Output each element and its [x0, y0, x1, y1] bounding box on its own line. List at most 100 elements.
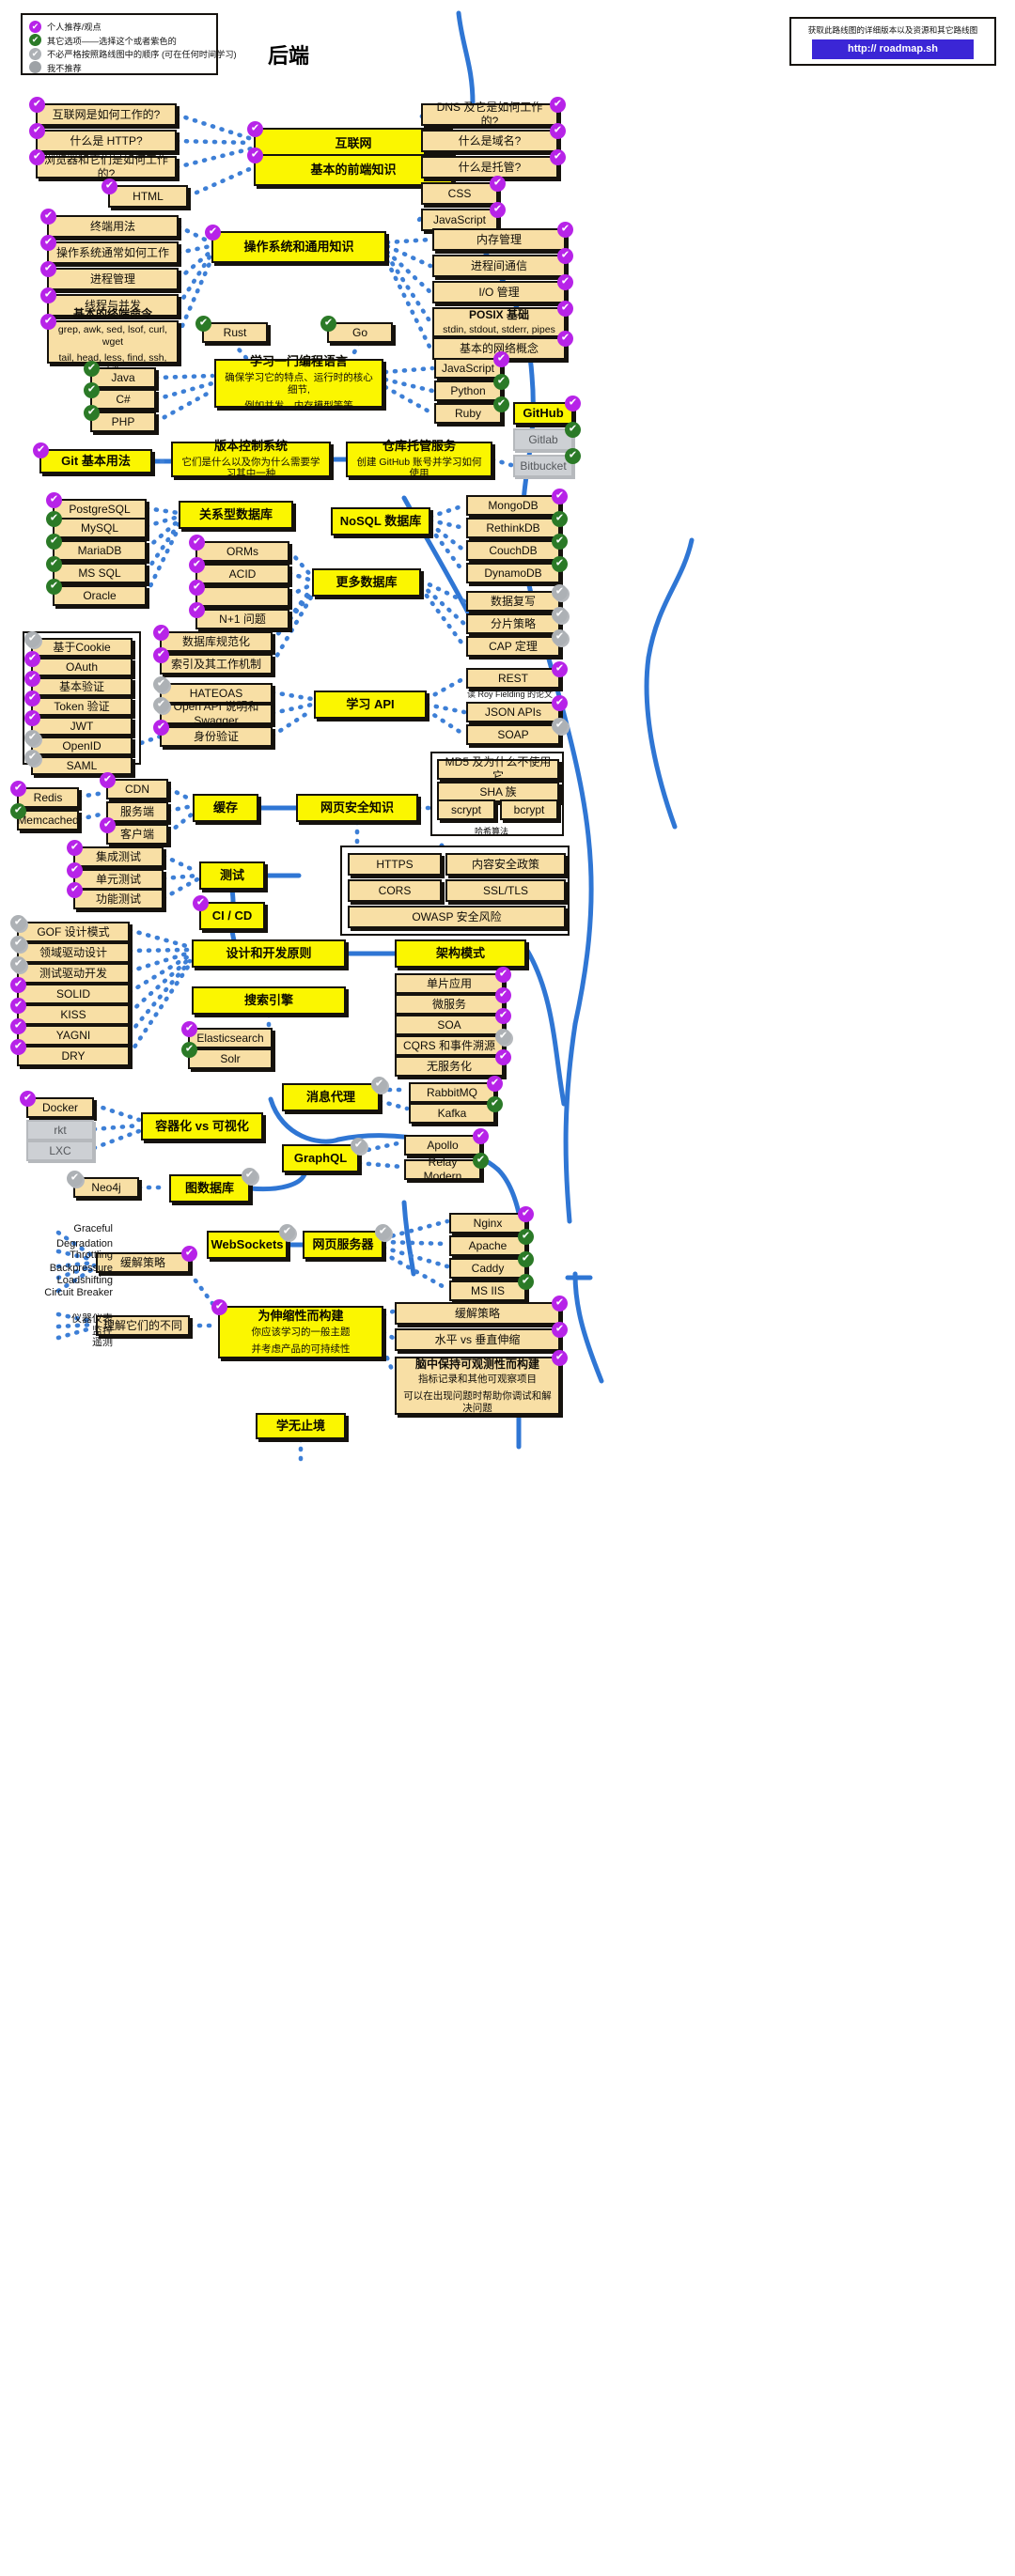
node-shard[interactable]: 分片策略 — [466, 613, 560, 634]
node-scal[interactable]: 为伸缩性而构建 你应该学习的一般主题 并考虑产品的可持续性 — [218, 1306, 383, 1358]
node-cookie[interactable]: 基于Cookie — [31, 638, 133, 657]
node-csp[interactable]: 内容安全政策 — [445, 853, 566, 876]
node-mono[interactable]: 单片应用 — [395, 973, 504, 994]
node-md5[interactable]: MD5 及为什么不使用它 — [437, 755, 559, 783]
node-rethink[interactable]: RethinkDB — [466, 518, 560, 538]
node-tdd[interactable]: 测试驱动开发 — [17, 963, 130, 984]
node-html[interactable]: HTML — [108, 185, 188, 208]
node-bcrypt[interactable]: bcrypt — [500, 799, 558, 820]
node-couch[interactable]: CouchDB — [466, 540, 560, 561]
node-http[interactable]: 什么是 HTTP? — [36, 130, 177, 152]
node-obs[interactable]: 脑中保持可观测性而构建 指标记录和其他可观察项目 可以在出现问题时帮助你调试和解决问… — [395, 1357, 560, 1415]
node-json[interactable]: JSON APIs — [466, 702, 560, 722]
node-webserver[interactable]: 网页服务器 — [303, 1231, 383, 1259]
node-search[interactable]: 搜索引擎 — [192, 986, 346, 1015]
node-nosql[interactable]: NoSQL 数据库 — [331, 507, 430, 535]
node-memcached[interactable]: Memcached — [17, 810, 79, 830]
node-endless[interactable]: 学无止境 — [256, 1413, 346, 1439]
node-os_work[interactable]: 操作系统通常如何工作 — [47, 241, 179, 264]
node-unit[interactable]: 单元测试 — [73, 869, 164, 890]
node-solid[interactable]: SOLID — [17, 984, 130, 1004]
node-neo4j[interactable]: Neo4j — [73, 1177, 139, 1198]
node-arch[interactable]: 架构模式 — [395, 939, 526, 968]
node-domain[interactable]: 什么是域名? — [421, 130, 558, 152]
node-dry[interactable]: DRY — [17, 1046, 130, 1066]
cta-button[interactable]: http:// roadmap.sh — [812, 39, 974, 59]
node-lang[interactable]: 学习一门编程语言 确保学习它的特点、运行时的核心细节, 例如并发、内存模型等等 — [214, 354, 383, 411]
node-mysql[interactable]: MySQL — [53, 518, 147, 538]
node-soa[interactable]: SOA — [395, 1015, 504, 1035]
node-apollo[interactable]: Apollo — [404, 1135, 481, 1156]
node-posix[interactable]: POSIX 基础 stdin, stdout, stderr, pipes — [432, 307, 566, 337]
node-csharp[interactable]: C# — [90, 389, 156, 410]
node-integ[interactable]: 集成测试 — [73, 846, 164, 867]
node-test[interactable]: 测试 — [199, 861, 265, 890]
node-api[interactable]: 学习 API — [314, 691, 427, 719]
node-container[interactable]: 容器化 vs 可视化 — [141, 1112, 263, 1141]
node-mongo[interactable]: MongoDB — [466, 495, 560, 516]
node-php[interactable]: PHP — [90, 411, 156, 432]
node-solr[interactable]: Solr — [188, 1048, 273, 1069]
node-nginx[interactable]: Nginx — [449, 1213, 526, 1234]
node-moredb[interactable]: 更多数据库 — [312, 568, 421, 597]
node-git[interactable]: Git 基本用法 — [39, 449, 152, 473]
node-lxc[interactable]: LXC — [26, 1141, 94, 1161]
node-server[interactable]: 服务端 — [106, 801, 168, 822]
node-pg[interactable]: PostgreSQL — [53, 499, 147, 520]
node-openid[interactable]: OpenID — [31, 737, 133, 755]
node-mssql[interactable]: MS SQL — [53, 563, 147, 583]
node-soap[interactable]: SOAP — [466, 724, 560, 745]
node-js2[interactable]: JavaScript — [434, 358, 502, 379]
node-mariadb[interactable]: MariaDB — [53, 540, 147, 561]
node-caddy[interactable]: Caddy — [449, 1258, 526, 1279]
node-go[interactable]: Go — [327, 322, 393, 343]
node-relay[interactable]: Relay Modern — [404, 1156, 481, 1183]
node-repl[interactable]: 数据复写 — [466, 591, 560, 612]
node-index[interactable]: 索引及其工作机制 — [160, 654, 273, 675]
node-ipc[interactable]: 进程间通信 — [432, 255, 566, 277]
node-client[interactable]: 客户端 — [106, 824, 168, 845]
node-ruby[interactable]: Ruby — [434, 403, 502, 424]
node-openapi[interactable]: Open API 说明和 Swagger — [160, 700, 273, 727]
node-design[interactable]: 设计和开发原则 — [192, 939, 346, 968]
node-owasp[interactable]: OWASP 安全风险 — [348, 906, 566, 928]
node-basicauth[interactable]: 基本验证 — [31, 677, 133, 696]
node-blank[interactable] — [195, 586, 289, 607]
node-scrypt[interactable]: scrypt — [437, 799, 495, 820]
node-gof[interactable]: GOF 设计模式 — [17, 922, 130, 942]
node-how_internet[interactable]: 互联网是如何工作的? — [36, 103, 177, 126]
node-cap[interactable]: CAP 定理 — [466, 636, 560, 657]
node-dns[interactable]: DNS 及它是如何工作的? — [421, 101, 558, 128]
node-java[interactable]: Java — [90, 367, 156, 388]
node-rdb[interactable]: 关系型数据库 — [179, 501, 293, 529]
node-yagni[interactable]: YAGNI — [17, 1025, 130, 1046]
node-cache[interactable]: 缓存 — [193, 794, 258, 822]
node-norm[interactable]: 数据库规范化 — [160, 631, 273, 652]
node-ws[interactable]: WebSockets — [207, 1231, 288, 1259]
node-cqrs[interactable]: CQRS 和事件溯源 — [395, 1035, 504, 1056]
node-mem[interactable]: 内存管理 — [432, 228, 566, 251]
node-rkt[interactable]: rkt — [26, 1120, 94, 1141]
node-mq[interactable]: 消息代理 — [282, 1083, 380, 1111]
node-hvv[interactable]: 水平 vs 垂直伸缩 — [395, 1328, 560, 1351]
node-redis[interactable]: Redis — [17, 787, 79, 808]
node-authn[interactable]: 身份验证 — [160, 726, 273, 747]
node-graphdb[interactable]: 图数据库 — [169, 1174, 250, 1203]
node-hosting[interactable]: 什么是托管? — [421, 156, 558, 178]
node-repo[interactable]: 仓库托管服务 创建 GitHub 账号并学习如何使用 — [346, 439, 492, 479]
node-oauth[interactable]: OAuth — [31, 658, 133, 676]
node-serverless[interactable]: 无服务化 — [395, 1056, 504, 1077]
node-io[interactable]: I/O 管理 — [432, 281, 566, 303]
node-micro[interactable]: 微服务 — [395, 994, 504, 1015]
node-n1[interactable]: N+1 问题 — [195, 609, 289, 629]
node-oracle[interactable]: Oracle — [53, 585, 147, 606]
node-ddd[interactable]: 领域驱动设计 — [17, 942, 130, 963]
node-elastic[interactable]: Elasticsearch — [188, 1028, 273, 1048]
node-saml[interactable]: SAML — [31, 756, 133, 775]
node-ssl[interactable]: SSL/TLS — [445, 879, 566, 902]
node-func[interactable]: 功能测试 — [73, 889, 164, 909]
node-graphql[interactable]: GraphQL — [282, 1144, 359, 1172]
node-python[interactable]: Python — [434, 380, 502, 401]
node-proc[interactable]: 进程管理 — [47, 268, 179, 290]
node-cicd[interactable]: CI / CD — [199, 902, 265, 930]
